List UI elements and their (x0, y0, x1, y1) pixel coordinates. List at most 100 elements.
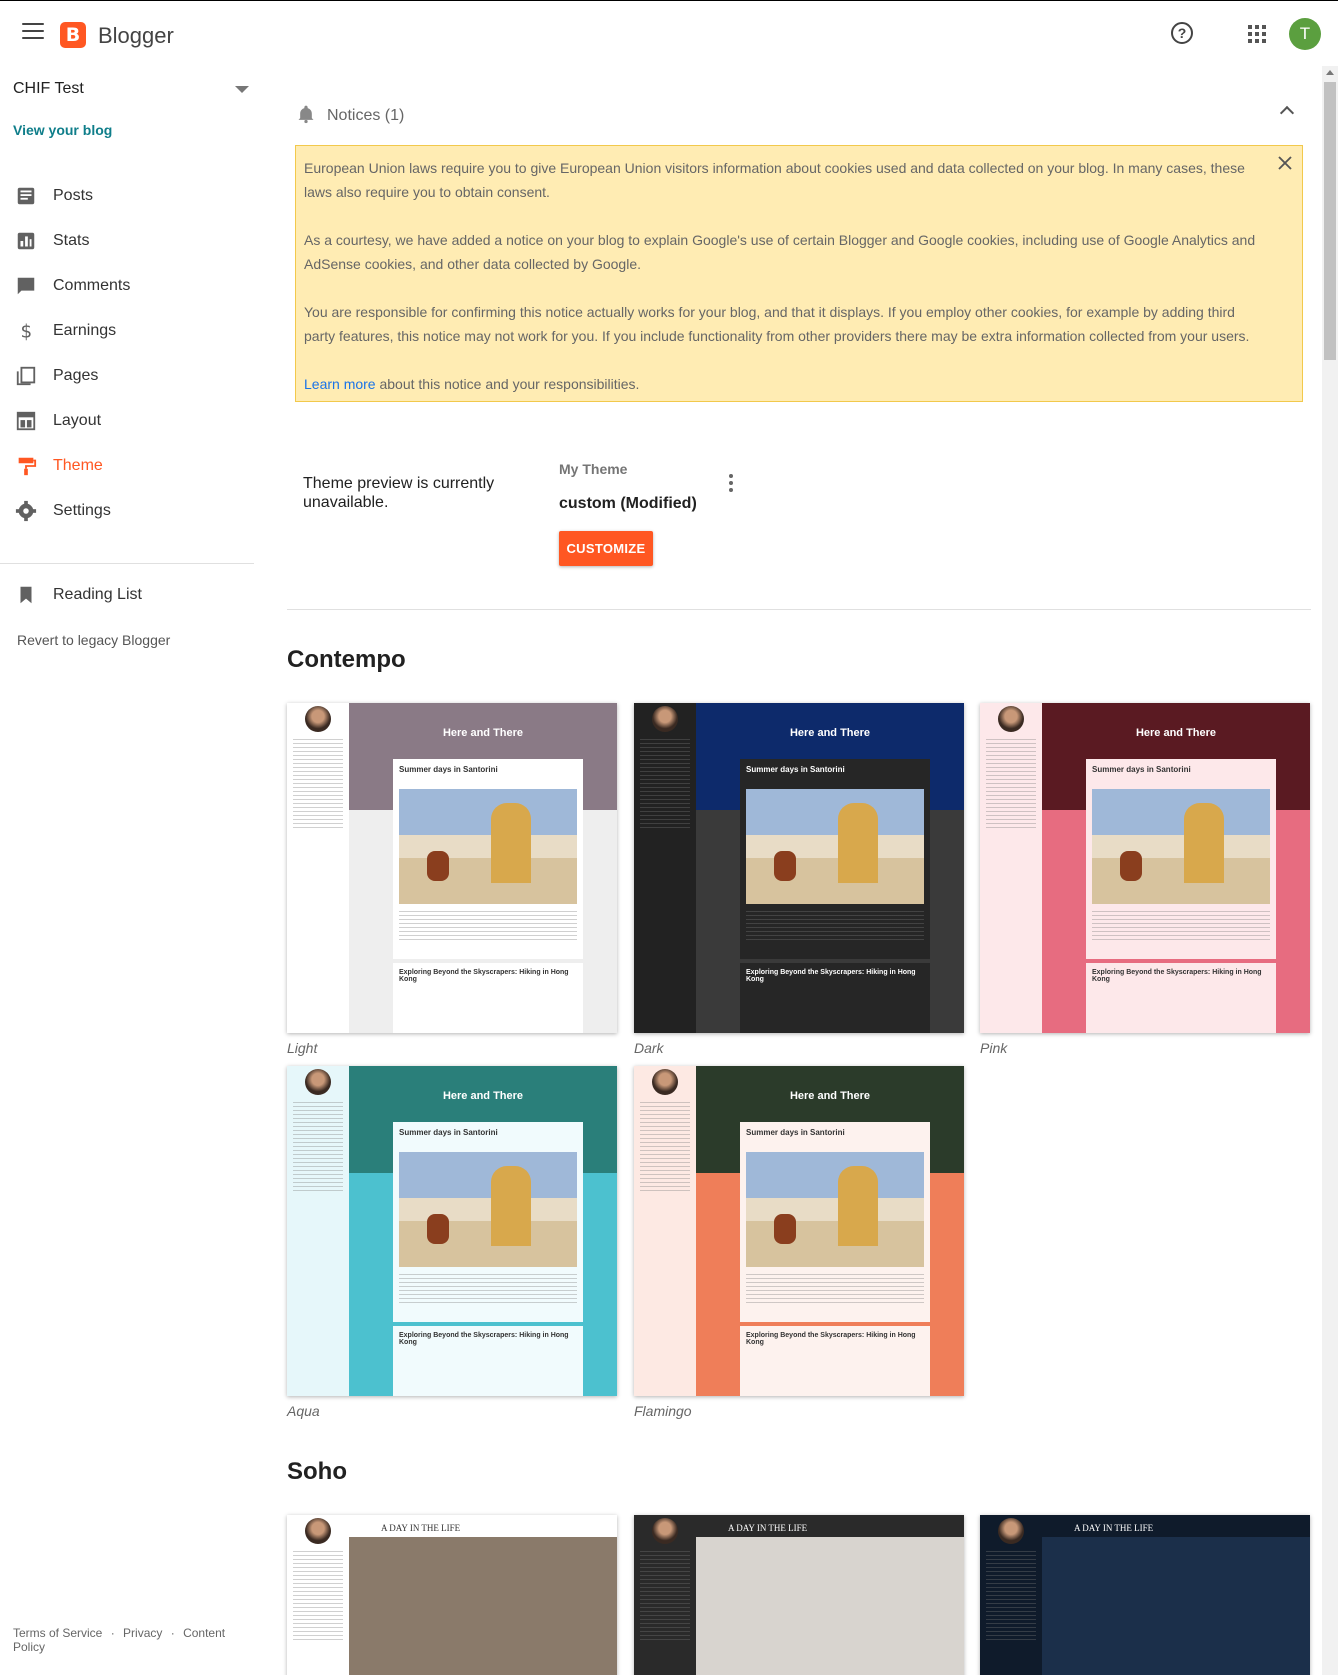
customize-button[interactable]: CUSTOMIZE (559, 531, 653, 566)
thumb-avatar (652, 706, 678, 732)
thumb-text-lines (293, 739, 343, 829)
earnings-icon: $ (21, 321, 33, 342)
section-divider (287, 609, 1311, 610)
thumb-post-title: Exploring Beyond the Skyscrapers: Hiking… (399, 1332, 569, 1346)
chevron-down-icon[interactable] (235, 86, 249, 93)
theme-thumbnail[interactable]: Here and There Summer days in Santorini Ex… (634, 1066, 964, 1396)
my-theme-label: My Theme (559, 461, 628, 477)
theme-thumbnail[interactable]: A DAY IN THE LIFE (287, 1515, 617, 1675)
thumb-avatar (305, 1518, 331, 1544)
thumb-text-lines (1092, 911, 1270, 941)
sidebar-item-pages[interactable]: Pages (0, 356, 254, 396)
thumb-avatar (305, 1069, 331, 1095)
menu-icon[interactable] (22, 23, 44, 41)
theme-thumbnail[interactable]: Here and There Summer days in Santorini Ex… (980, 703, 1310, 1033)
thumb-post-card: Summer days in Santorini (393, 1122, 583, 1322)
thumb-post-title: Exploring Beyond the Skyscrapers: Hiking… (1092, 969, 1262, 983)
sidebar: CHIF Test View your blog Posts Stats Com… (0, 66, 254, 1675)
thumb-photo (1092, 789, 1270, 904)
terms-link[interactable]: Terms of Service (13, 1626, 102, 1640)
thumb-sidebar (634, 1515, 696, 1675)
sidebar-item-layout[interactable]: Layout (0, 401, 254, 441)
notice-paragraph: European Union laws require you to give … (304, 160, 1245, 200)
thumb-photo-tower (491, 1166, 531, 1246)
thumb-post-title: Exploring Beyond the Skyscrapers: Hiking… (746, 969, 916, 983)
apps-icon[interactable] (1248, 25, 1266, 43)
sidebar-item-label: Pages (53, 367, 99, 384)
sidebar-item-settings[interactable]: Settings (0, 491, 254, 531)
notices-title[interactable]: Notices (1) (327, 107, 404, 125)
notice-paragraph-text: about this notice and your responsibilit… (375, 376, 640, 392)
help-icon[interactable]: ? (1171, 22, 1193, 44)
blog-selector[interactable]: CHIF Test (13, 80, 84, 98)
sidebar-item-stats[interactable]: Stats (0, 221, 254, 261)
sidebar-item-theme[interactable]: Theme (0, 446, 254, 486)
bell-icon (298, 105, 314, 124)
sidebar-item-posts[interactable]: Posts (0, 176, 254, 216)
thumb-post-title: Summer days in Santorini (746, 765, 845, 774)
scrollbar-thumb[interactable] (1324, 82, 1336, 360)
thumb-post-card: Summer days in Santorini (740, 1122, 930, 1322)
theme-thumbnail[interactable]: Here and There Summer days in Santorini Ex… (634, 703, 964, 1033)
notice-paragraph: Learn more about this notice and your re… (304, 372, 1264, 396)
svg-text:$: $ (21, 321, 33, 342)
scroll-up-arrow[interactable] (1326, 70, 1334, 75)
theme-caption: Dark (634, 1040, 664, 1056)
settings-icon (15, 500, 37, 522)
sidebar-item-earnings[interactable]: $ Earnings (0, 311, 254, 351)
comments-icon (17, 277, 35, 295)
thumb-sidebar (287, 1515, 349, 1675)
thumb-avatar (998, 706, 1024, 732)
thumb-avatar (305, 706, 331, 732)
thumb-post-title: Exploring Beyond the Skyscrapers: Hiking… (746, 1332, 916, 1346)
theme-preview-message: Theme preview is currently unavailable. (303, 475, 495, 511)
sidebar-item-label: Posts (53, 187, 94, 204)
brand-name[interactable]: Blogger (98, 23, 174, 49)
thumb-post-card: Exploring Beyond the Skyscrapers: Hiking… (393, 963, 583, 1033)
chevron-up-icon[interactable] (1279, 105, 1295, 121)
footer-separator: · (170, 1626, 175, 1640)
view-blog-link[interactable]: View your blog (13, 122, 112, 138)
sidebar-item-comments[interactable]: Comments (0, 266, 254, 306)
thumb-text-lines (986, 1551, 1036, 1641)
sidebar-item-label: Layout (53, 412, 102, 429)
close-icon[interactable] (1276, 154, 1294, 172)
revert-legacy-link[interactable]: Revert to legacy Blogger (17, 632, 170, 648)
thumb-text-lines (640, 739, 690, 829)
stats-icon (17, 232, 35, 250)
theme-thumbnail[interactable]: A DAY IN THE LIFE (980, 1515, 1310, 1675)
thumb-photo-pot (774, 1214, 796, 1244)
thumb-photo (399, 1152, 577, 1267)
more-options-icon[interactable] (728, 474, 734, 492)
thumb-sidebar (980, 1515, 1042, 1675)
sidebar-item-reading-list[interactable]: Reading List (0, 575, 254, 615)
soho-section-title: Soho (287, 1458, 347, 1485)
thumb-post-card: Summer days in Santorini (393, 759, 583, 959)
learn-more-link[interactable]: Learn more (304, 376, 376, 392)
thumb-post-card: Exploring Beyond the Skyscrapers: Hiking… (393, 1326, 583, 1396)
account-avatar[interactable]: T (1289, 18, 1321, 50)
scrollbar[interactable] (1322, 66, 1338, 1675)
theme-caption: Light (287, 1040, 318, 1056)
theme-thumbnail[interactable]: A DAY IN THE LIFE (634, 1515, 964, 1675)
thumb-blog-title: Here and There (1135, 727, 1217, 739)
thumb-post-card: Summer days in Santorini (740, 759, 930, 959)
sidebar-item-label: Stats (53, 232, 90, 249)
sidebar-item-label: Reading List (53, 586, 142, 603)
theme-caption: Aqua (287, 1403, 320, 1419)
thumb-post-title: Summer days in Santorini (399, 765, 498, 774)
theme-thumbnail[interactable]: Here and There Summer days in Santorini Ex… (287, 703, 617, 1033)
blogger-logo[interactable]: B (60, 22, 86, 48)
thumb-post-title: Exploring Beyond the Skyscrapers: Hiking… (399, 969, 569, 983)
thumb-blog-title: Here and There (789, 727, 871, 739)
thumb-blog-title: A DAY IN THE LIFE (728, 1523, 808, 1533)
thumb-photo (1042, 1537, 1310, 1675)
thumb-text-lines (746, 1274, 924, 1304)
thumb-photo-pot (1120, 851, 1142, 881)
privacy-link[interactable]: Privacy (123, 1626, 162, 1640)
contempo-section-title: Contempo (287, 646, 406, 673)
thumb-blog-title: Here and There (789, 1090, 871, 1102)
thumb-sidebar (634, 703, 696, 1033)
theme-thumbnail[interactable]: Here and There Summer days in Santorini Ex… (287, 1066, 617, 1396)
thumb-photo (399, 789, 577, 904)
